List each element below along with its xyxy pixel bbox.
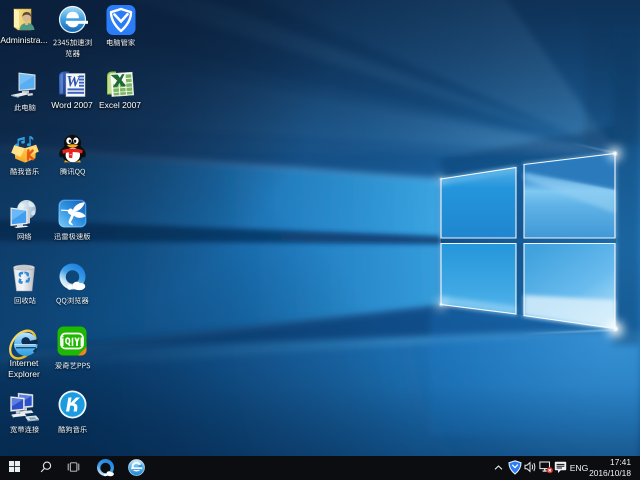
svg-text:W: W [66, 74, 81, 91]
